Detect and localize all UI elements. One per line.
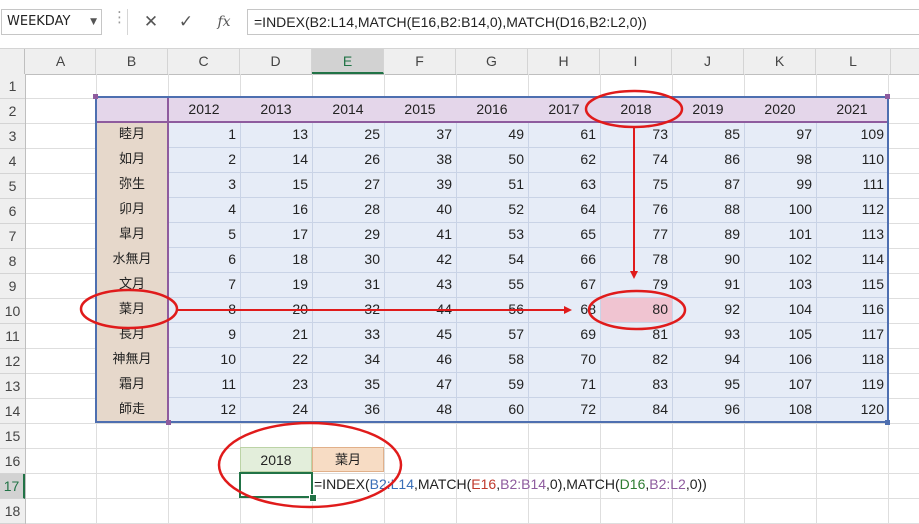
range-handle[interactable] bbox=[93, 94, 98, 99]
name-box[interactable]: WEEKDAY ▼ bbox=[1, 9, 102, 35]
lookup-year-value: 2018 bbox=[260, 452, 292, 468]
formula-part: ,0),MATCH( bbox=[546, 476, 620, 492]
enter-icon[interactable]: ✓ bbox=[172, 9, 200, 35]
formula-part: ,0)) bbox=[685, 476, 707, 492]
chevron-down-icon[interactable]: ▼ bbox=[90, 10, 97, 34]
range-handle[interactable] bbox=[885, 420, 890, 425]
formula-ref-d16: D16 bbox=[619, 476, 646, 492]
formula-bar: WEEKDAY ▼ ⋮ ✕ ✓ fx =INDEX(B2:L14,MATCH(E… bbox=[0, 0, 919, 45]
lookup-month-value: 葉月 bbox=[334, 453, 361, 468]
lookup-year-cell[interactable]: 2018 bbox=[240, 447, 312, 472]
formula-ref-b2-l2: B2:L2 bbox=[649, 476, 686, 492]
range-outline-b2-l14 bbox=[95, 96, 889, 423]
active-cell[interactable] bbox=[239, 472, 313, 498]
cell-formula-text: =INDEX(B2:L14,MATCH(E16,B2:B14,0),MATCH(… bbox=[314, 472, 707, 497]
formula-part: ,MATCH( bbox=[414, 476, 472, 492]
divider bbox=[127, 9, 128, 35]
formula-part: =INDEX( bbox=[314, 476, 370, 492]
range-handle[interactable] bbox=[885, 94, 890, 99]
name-box-value: WEEKDAY bbox=[7, 14, 71, 29]
formula-input[interactable]: =INDEX(B2:L14,MATCH(E16,B2:B14,0),MATCH(… bbox=[247, 9, 919, 35]
lookup-month-cell[interactable]: 葉月 bbox=[312, 447, 384, 472]
insert-function-icon[interactable]: fx bbox=[210, 9, 238, 35]
formula-ref-b2-l14: B2:L14 bbox=[369, 476, 414, 492]
formula-ref-e16: E16 bbox=[471, 476, 497, 492]
worksheet: ABCDEFGHIJKL 1 2 3 4 5 6 7 8 9 10 11 12 13 14 15 16 17 18… bbox=[0, 45, 919, 524]
cancel-icon[interactable]: ✕ bbox=[137, 9, 165, 35]
drag-handle-icon[interactable]: ⋮ bbox=[112, 8, 127, 26]
range-handle[interactable] bbox=[166, 420, 171, 425]
formula-ref-b2-b14: B2:B14 bbox=[500, 476, 547, 492]
